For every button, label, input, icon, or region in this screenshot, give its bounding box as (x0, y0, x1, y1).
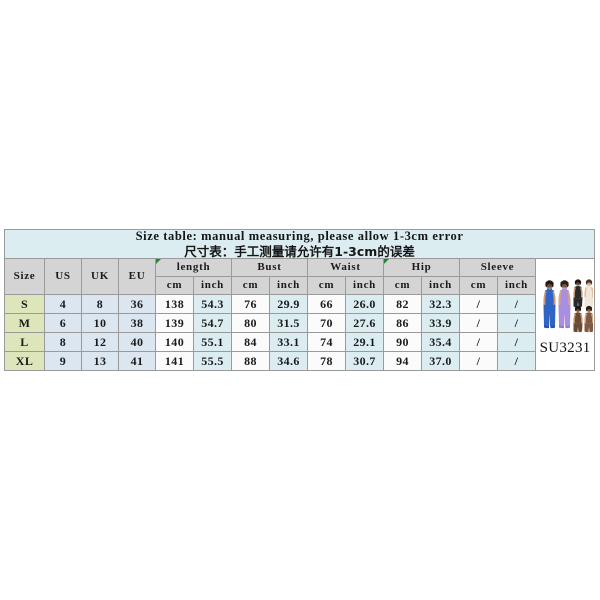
table-row: M 6 10 38 139 54.7 80 31.5 70 27.6 86 33… (4, 313, 595, 334)
row-length-inch: 54.3 (193, 294, 232, 315)
row-uk: 12 (81, 332, 119, 353)
row-sleeve-cm: / (459, 351, 498, 372)
row-length-cm: 141 (155, 351, 194, 372)
header-size: Size (4, 258, 45, 296)
row-bust-cm: 80 (231, 313, 270, 334)
row-uk: 13 (81, 351, 119, 372)
row-size: L (4, 332, 45, 353)
header-hip-cm: cm (383, 276, 422, 296)
row-waist-cm: 78 (307, 351, 346, 372)
header-waist-inch: inch (345, 276, 384, 296)
row-bust-cm: 76 (231, 294, 270, 315)
row-bust-cm: 88 (231, 351, 270, 372)
header-group-hip: Hip (383, 258, 460, 278)
size-chart-table: Size table: manual measuring, please all… (3, 228, 596, 372)
row-waist-inch: 27.6 (345, 313, 384, 334)
row-sleeve-inch: / (497, 332, 536, 353)
comment-marker-icon (156, 259, 161, 265)
row-bust-inch: 34.6 (269, 351, 308, 372)
header-group-waist-label: Waist (330, 260, 361, 273)
row-length-inch: 55.1 (193, 332, 232, 353)
row-waist-inch: 29.1 (345, 332, 384, 353)
row-length-inch: 55.5 (193, 351, 232, 372)
title-english: Size table: manual measuring, please all… (135, 228, 464, 243)
table-row: L 8 12 40 140 55.1 84 33.1 74 29.1 90 35… (4, 332, 595, 353)
header-group-hip-label: Hip (411, 260, 432, 273)
row-waist-cm: 74 (307, 332, 346, 353)
row-eu: 41 (118, 351, 156, 372)
row-bust-inch: 31.5 (269, 313, 308, 334)
header-bust-inch: inch (269, 276, 308, 296)
header-group-length-label: length (176, 260, 211, 273)
header-sleeve-cm: cm (459, 276, 498, 296)
row-us: 6 (44, 313, 82, 334)
header-length-cm: cm (155, 276, 194, 296)
product-code: SU3231 (539, 340, 591, 357)
row-bust-inch: 33.1 (269, 332, 308, 353)
size-chart-sheet: Size table: manual measuring, please all… (0, 228, 600, 372)
header-eu: EU (118, 258, 156, 296)
title-chinese: 尺寸表：手工测量请允许有1-3cm的误差 (184, 244, 415, 259)
row-sleeve-cm: / (459, 294, 498, 315)
row-length-cm: 139 (155, 313, 194, 334)
header-sleeve-inch: inch (497, 276, 536, 296)
header-row-groups: Size US UK EU length Bust Waist Hip Slee… (4, 258, 596, 372)
row-us: 4 (44, 294, 82, 315)
row-size: XL (4, 351, 45, 372)
header-us: US (44, 258, 82, 296)
row-eu: 38 (118, 313, 156, 334)
chart-title-cell: Size table: manual measuring, please all… (3, 228, 596, 260)
row-length-inch: 54.7 (193, 313, 232, 334)
header-group-sleeve: Sleeve (459, 258, 536, 278)
header-group-sleeve-label: Sleeve (480, 260, 515, 273)
header-bust-cm: cm (231, 276, 270, 296)
row-sleeve-inch: / (497, 351, 536, 372)
row-waist-cm: 66 (307, 294, 346, 315)
row-waist-inch: 30.7 (345, 351, 384, 372)
header-waist-cm: cm (307, 276, 346, 296)
row-us: 9 (44, 351, 82, 372)
header-group-length: length (155, 258, 232, 278)
product-image-cell: SU3231 (534, 258, 596, 372)
header-group-bust-label: Bust (257, 260, 282, 273)
table-row: XL 9 13 41 141 55.5 88 34.6 78 30.7 94 3… (4, 351, 595, 372)
row-bust-inch: 29.9 (269, 294, 308, 315)
row-sleeve-cm: / (459, 332, 498, 353)
row-sleeve-inch: / (497, 313, 536, 334)
row-size: M (4, 313, 45, 334)
row-hip-inch: 33.9 (421, 313, 460, 334)
title-row: Size table: manual measuring, please all… (3, 228, 596, 260)
row-hip-inch: 35.4 (421, 332, 460, 353)
row-hip-cm: 94 (383, 351, 422, 372)
comment-marker-icon (384, 259, 389, 265)
row-hip-cm: 82 (383, 294, 422, 315)
header-group-waist: Waist (307, 258, 384, 278)
row-eu: 36 (118, 294, 156, 315)
row-bust-cm: 84 (231, 332, 270, 353)
row-eu: 40 (118, 332, 156, 353)
row-waist-cm: 70 (307, 313, 346, 334)
jumpsuit-color-variants-image (537, 276, 594, 339)
row-hip-inch: 32.3 (421, 294, 460, 315)
table-row: S 4 8 36 138 54.3 76 29.9 66 26.0 82 32.… (4, 294, 595, 315)
row-sleeve-inch: / (497, 294, 536, 315)
row-us: 8 (44, 332, 82, 353)
header-group-bust: Bust (231, 258, 308, 278)
header-hip-inch: inch (421, 276, 460, 296)
header-uk: UK (81, 258, 119, 296)
header-length-inch: inch (193, 276, 232, 296)
row-sleeve-cm: / (459, 313, 498, 334)
row-hip-cm: 90 (383, 332, 422, 353)
row-hip-inch: 37.0 (421, 351, 460, 372)
row-uk: 8 (81, 294, 119, 315)
row-length-cm: 140 (155, 332, 194, 353)
row-hip-cm: 86 (383, 313, 422, 334)
row-waist-inch: 26.0 (345, 294, 384, 315)
row-size: S (4, 294, 45, 315)
row-uk: 10 (81, 313, 119, 334)
row-length-cm: 138 (155, 294, 194, 315)
